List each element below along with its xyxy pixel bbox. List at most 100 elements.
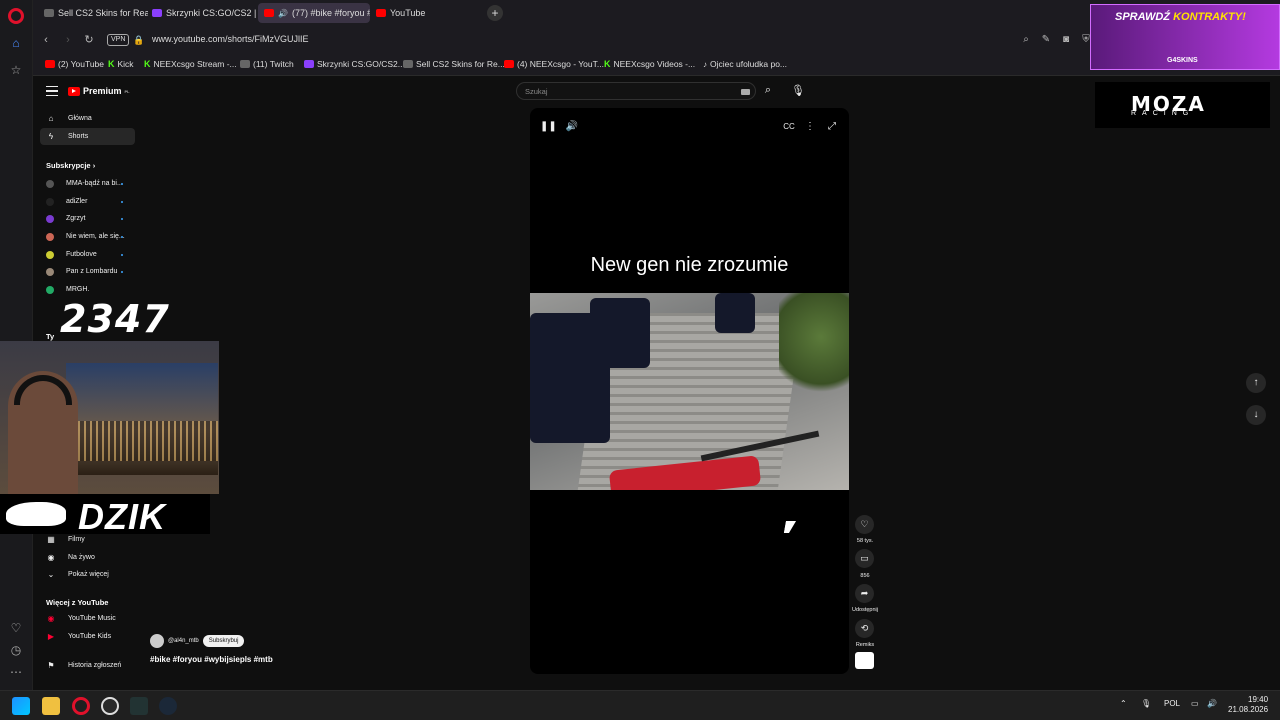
sidebar-sub-item[interactable]: Pan z Lombardu [40, 263, 135, 280]
remix-label: Remiks [855, 642, 875, 648]
you-header[interactable]: Ty [46, 332, 54, 341]
bookmark-item[interactable]: (11) Twitch [240, 59, 294, 69]
video-tags[interactable]: #bike #foryou #wybijsiepls #mtb [150, 655, 273, 664]
like-button[interactable]: ♡ [855, 515, 874, 534]
sidebar-item-report-history[interactable]: ⚑ Historia zgłoszeń [40, 657, 135, 674]
sidebar-item-yt-kids[interactable]: ▶ YouTube Kids [40, 628, 135, 645]
captions-icon[interactable]: CC [782, 120, 796, 134]
bookmark-item[interactable]: ♪ Ojciec ufoludka po... [703, 59, 787, 69]
search-input[interactable]: Szukaj [516, 82, 756, 100]
vpn-badge[interactable]: VPN [107, 34, 130, 46]
more-icon[interactable]: ⋯ [6, 662, 26, 682]
channel-avatar[interactable] [855, 652, 874, 669]
new-content-dot [121, 217, 123, 220]
sidebar-item-yt-music[interactable]: ◉ YouTube Music [40, 610, 135, 627]
youtube-play-icon [68, 86, 80, 96]
sidebar-item-label: Zgrzyt [66, 215, 86, 222]
search-placeholder: Szukaj [525, 87, 548, 96]
lock-icon[interactable]: 🔒 [132, 33, 146, 47]
remix-button[interactable]: ⟲ [855, 619, 874, 638]
sidebar-item-show-more[interactable]: ⌄ Pokaż więcej [40, 566, 135, 583]
bookmark-item[interactable]: K NEEXcsgo Videos -... [604, 59, 695, 69]
tab-label: (77) #bike #foryou #w [291, 8, 370, 18]
next-short-button[interactable]: ↓ [1246, 405, 1266, 425]
app-icon[interactable] [130, 697, 148, 715]
new-tab-button[interactable]: + [487, 5, 503, 21]
menu-icon[interactable] [46, 86, 58, 96]
avatar[interactable] [150, 634, 164, 648]
taskbar-clock[interactable]: 19:40 21.08.2026 [1228, 695, 1268, 715]
microphone-icon[interactable]: 🎙 [1141, 699, 1151, 708]
tray-chevron-icon[interactable]: ⌃ [1120, 699, 1127, 708]
zoom-icon[interactable]: ⌕ [1019, 33, 1033, 47]
sidebar-item-shorts[interactable]: ϟ Shorts [40, 128, 135, 145]
live-icon: ◉ [47, 552, 55, 562]
opera-logo-icon[interactable] [8, 8, 24, 24]
star-icon[interactable]: ☆ [6, 60, 26, 80]
bookmark-label: Sell CS2 Skins for Re... [416, 59, 505, 69]
opera-icon[interactable] [72, 697, 90, 715]
bookmark-item[interactable]: Sell CS2 Skins for Re... [403, 59, 505, 69]
opera-gx-icon[interactable] [101, 697, 119, 715]
tab-sell-skins[interactable]: Sell CS2 Skins for Real Mo [38, 3, 148, 23]
pause-icon[interactable]: ❚❚ [540, 120, 557, 134]
ad-headline: SPRAWDŹ KONTRAKTY! [1115, 11, 1246, 23]
history-icon[interactable]: ◷ [6, 640, 26, 660]
fullscreen-icon[interactable]: ⤢ [825, 120, 839, 134]
video-caption: New gen nie zrozumie [590, 254, 789, 276]
sidebar-sub-item[interactable]: MRGH. [40, 281, 135, 298]
sidebar-sub-item[interactable]: MMA-bądź na bi... [40, 175, 135, 192]
home-icon[interactable]: ⌂ [6, 33, 26, 53]
forward-icon[interactable]: › [61, 33, 75, 47]
bookmark-item[interactable]: (4) NEEXcsgo - YouT... [504, 59, 604, 69]
sidebar-sub-item[interactable]: Zgrzyt [40, 210, 135, 227]
search-icon[interactable]: ⌕ [761, 84, 775, 98]
heart-icon[interactable]: ♡ [6, 618, 26, 638]
moza-ad[interactable]: MOZA RACING [1095, 82, 1270, 128]
sidebar-item-home[interactable]: ⌂ Główna [40, 110, 135, 127]
shorts-player[interactable]: ❚❚ 🔊 CC ⋮ ⤢ New gen nie zrozumie [530, 108, 849, 674]
volume-icon[interactable]: 🔊 [565, 120, 579, 134]
back-icon[interactable]: ‹ [39, 33, 53, 47]
reload-icon[interactable]: ↻ [82, 33, 96, 47]
windows-start-icon[interactable] [12, 697, 30, 715]
language-indicator[interactable]: POL [1164, 699, 1180, 708]
keyboard-icon[interactable] [741, 89, 750, 95]
sidebar-item-label: YouTube Kids [68, 633, 112, 640]
camera-icon[interactable]: ◙ [1059, 33, 1073, 47]
avatar [46, 285, 54, 294]
speaker-icon[interactable]: 🔊 [278, 9, 288, 18]
share-button[interactable]: ➦ [855, 584, 874, 603]
more-options-icon[interactable]: ⋮ [803, 120, 817, 134]
channel-name[interactable]: @al4n_mtb [168, 638, 199, 644]
url-field[interactable]: www.youtube.com/shorts/FiMzVGUJlIE [152, 34, 309, 44]
tab-youtube[interactable]: YouTube [370, 3, 450, 23]
sidebar-sub-item[interactable]: adiZler [40, 193, 135, 210]
file-explorer-icon[interactable] [42, 697, 60, 715]
bookmark-label: (11) Twitch [253, 59, 294, 69]
sidebar-item-label: YouTube Music [68, 615, 116, 622]
dzik-logo: DZIK [0, 494, 210, 537]
microphone-icon[interactable]: 🎙 [791, 84, 805, 98]
g4skins-ad[interactable]: SPRAWDŹ KONTRAKTY! G4SKINS [1090, 4, 1280, 70]
bookmark-item[interactable]: K Kick [108, 59, 134, 69]
sidebar-item-live[interactable]: ◉ Na żywo [40, 549, 135, 566]
volume-icon[interactable]: 🔊 [1207, 699, 1217, 708]
subscribe-button[interactable]: Subskrybuj [202, 635, 245, 647]
bookmark-item[interactable]: K NEEXcsgo Stream -... [144, 59, 237, 69]
tab-skrzynki[interactable]: Skrzynki CS:GO/CS2 | G4S [146, 3, 258, 23]
sidebar-sub-item[interactable]: Nie wiem, ale się... [40, 228, 135, 245]
tab-bike-short[interactable]: 🔊 (77) #bike #foryou #w [258, 3, 370, 23]
previous-short-button[interactable]: ↑ [1246, 373, 1266, 393]
steam-icon[interactable] [159, 697, 177, 715]
comments-button[interactable]: ▭ [855, 549, 874, 568]
sidebar-sub-item[interactable]: Futbolove [40, 246, 135, 263]
bookmark-label: Kick [117, 59, 134, 69]
edit-icon[interactable]: ✎ [1039, 33, 1053, 47]
subscriptions-header[interactable]: Subskrypcje › [46, 161, 95, 170]
bookmark-item[interactable]: (2) YouTube [45, 59, 104, 69]
clock-date: 21.08.2026 [1228, 705, 1269, 714]
youtube-logo[interactable]: Premium PL [68, 86, 130, 96]
bookmark-item[interactable]: Skrzynki CS:GO/CS2... [304, 59, 405, 69]
network-icon[interactable]: ▭ [1191, 699, 1199, 708]
